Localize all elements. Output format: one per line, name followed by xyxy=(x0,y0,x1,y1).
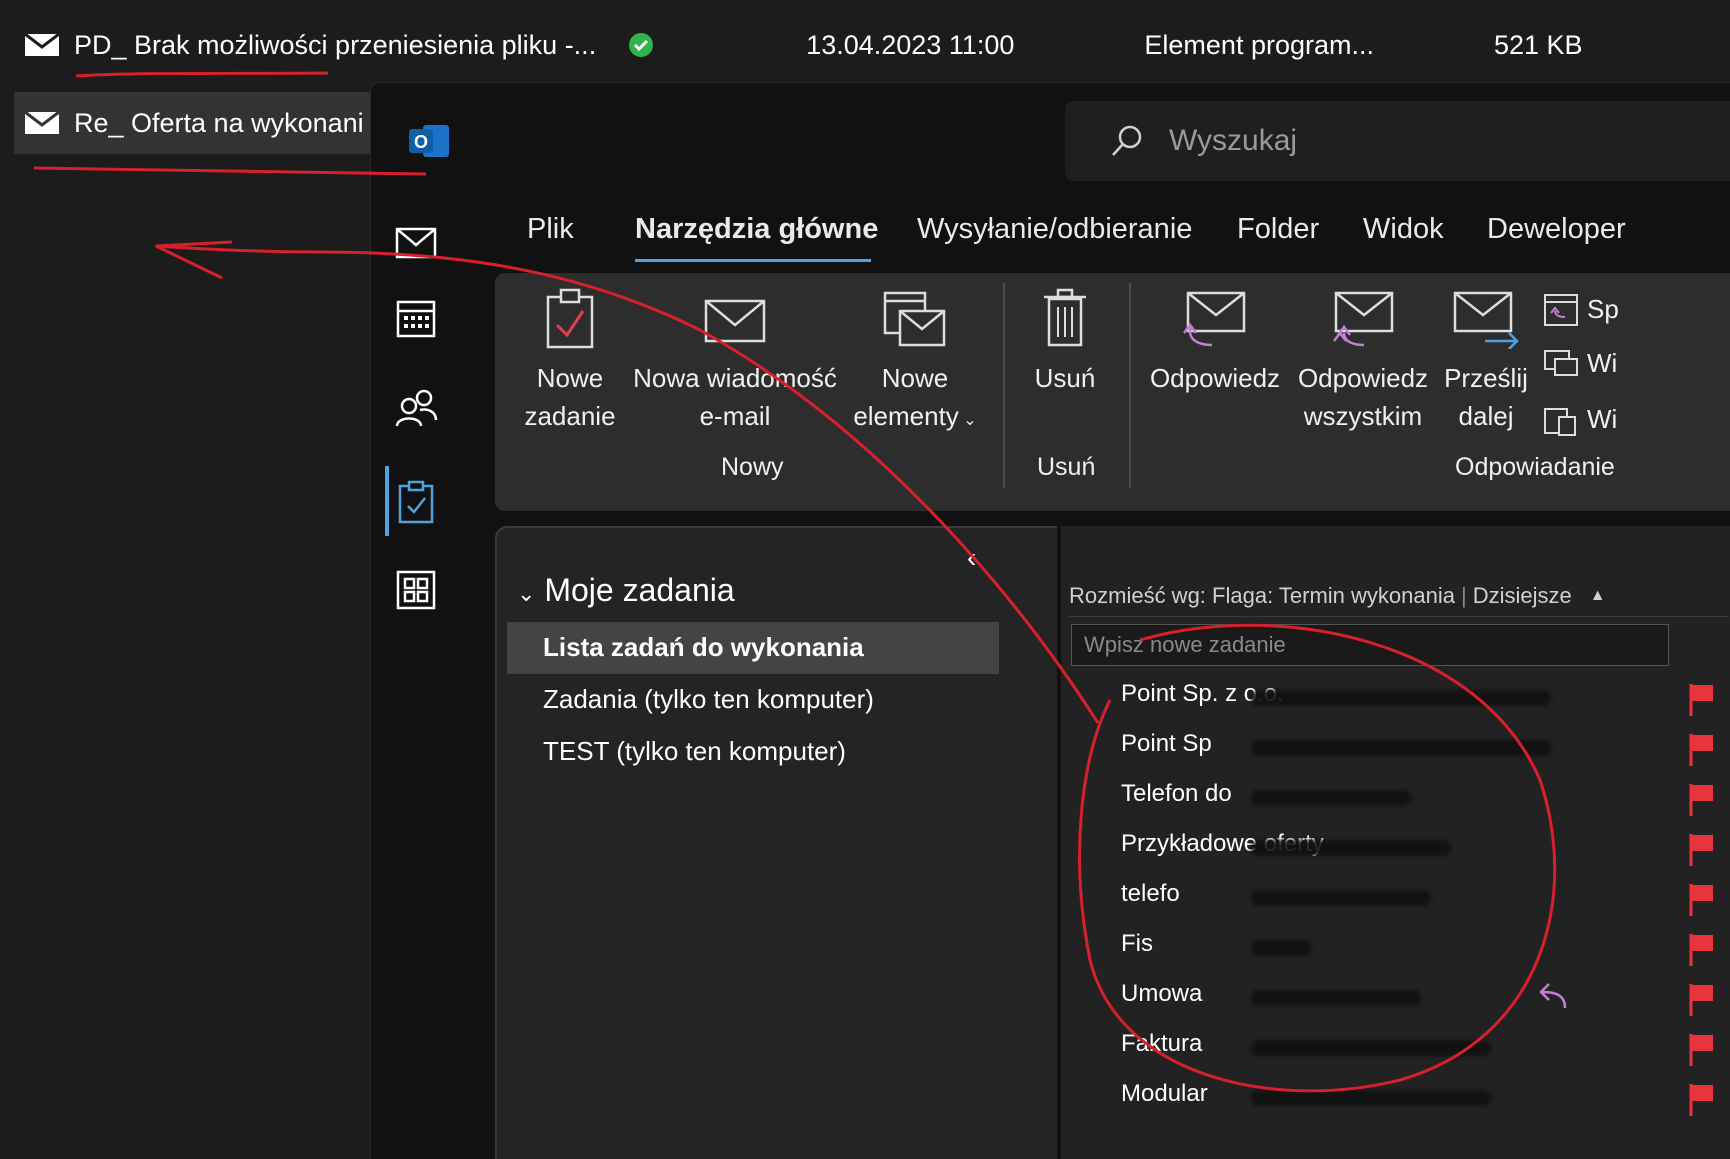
annotation-underline xyxy=(75,71,329,78)
annotation-circle xyxy=(1078,623,1557,1093)
annotation-arrow xyxy=(155,244,1100,724)
annotation-overlay xyxy=(33,71,1557,1093)
annotation-underline xyxy=(33,166,427,176)
